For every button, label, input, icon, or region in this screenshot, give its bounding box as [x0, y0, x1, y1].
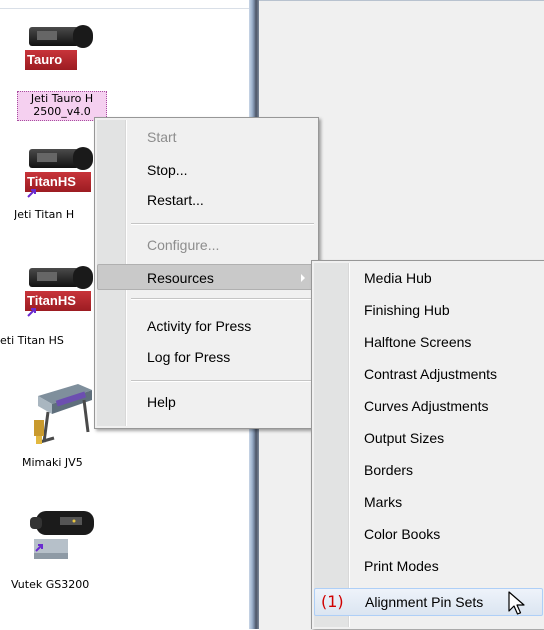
submenu-arrow-icon — [301, 274, 305, 282]
pane-top-border — [0, 8, 252, 9]
menu-item-configure: Configure... — [97, 232, 316, 258]
menu-item-label: Color Books — [364, 526, 441, 542]
menu-item-label: Stop... — [147, 162, 188, 178]
device-label[interactable]: Vutek GS3200 — [11, 578, 111, 591]
menu-item-start: Start — [97, 124, 316, 150]
device-label[interactable]: Jeti Titan H — [14, 208, 94, 221]
menu-item-label: Print Modes — [364, 558, 439, 574]
submenu-item-color-books[interactable]: Color Books — [314, 521, 543, 547]
menu-item-restart[interactable]: Restart... — [97, 187, 316, 213]
menu-item-label: Restart... — [147, 192, 204, 208]
step-marker: (1) — [321, 592, 344, 611]
menu-separator — [131, 298, 314, 300]
shortcut-arrow-icon — [27, 308, 36, 317]
menu-item-log-for-press[interactable]: Log for Press — [97, 344, 316, 370]
device-label[interactable]: eti Titan HS — [0, 334, 94, 347]
device-label[interactable]: Mimaki JV5 — [22, 456, 102, 469]
submenu-item-print-modes[interactable]: Print Modes — [314, 553, 543, 579]
menu-item-label: Borders — [364, 462, 414, 478]
menu-item-stop[interactable]: Stop... — [97, 157, 316, 183]
menu-item-label: Log for Press — [147, 349, 231, 365]
menu-item-label: Finishing Hub — [364, 302, 450, 318]
menu-separator — [131, 380, 314, 382]
submenu-item-output-sizes[interactable]: Output Sizes — [314, 425, 543, 451]
menu-item-label: Alignment Pin Sets — [365, 594, 484, 610]
printer-body-icon — [25, 146, 93, 171]
device-context-menu: Start Stop... Restart... Configure... Re… — [94, 117, 319, 429]
submenu-item-media-hub[interactable]: Media Hub — [314, 265, 543, 291]
shortcut-arrow-icon — [27, 189, 36, 198]
menu-item-label: Halftone Screens — [364, 334, 472, 350]
mouse-cursor-icon — [508, 591, 525, 615]
menu-separator — [131, 223, 314, 225]
printer-body-icon — [25, 24, 93, 49]
submenu-item-halftone-screens[interactable]: Halftone Screens — [314, 329, 543, 355]
menu-item-help[interactable]: Help — [97, 389, 316, 415]
submenu-item-contrast-adjustments[interactable]: Contrast Adjustments — [314, 361, 543, 387]
menu-item-activity-for-press[interactable]: Activity for Press — [97, 313, 316, 339]
menu-item-label: Curves Adjustments — [364, 398, 489, 414]
vutek-printer-icon[interactable] — [30, 505, 100, 563]
brand-badge: Tauro — [25, 50, 77, 70]
device-label-line2: 2500_v4.0 — [33, 105, 91, 118]
menu-item-label: Start — [147, 129, 177, 145]
device-label-line1: Jeti Tauro H — [30, 92, 94, 105]
menu-item-label: Marks — [364, 494, 403, 510]
wide-format-printer-icon[interactable] — [34, 382, 98, 448]
submenu-item-finishing-hub[interactable]: Finishing Hub — [314, 297, 543, 323]
submenu-item-borders[interactable]: Borders — [314, 457, 543, 483]
menu-item-label: Output Sizes — [364, 430, 445, 446]
menu-item-label: Help — [147, 394, 176, 410]
resources-submenu: Media Hub Finishing Hub Halftone Screens… — [311, 260, 544, 629]
menu-item-label: Activity for Press — [147, 318, 252, 334]
menu-item-label: Media Hub — [364, 270, 432, 286]
menu-item-label: Contrast Adjustments — [364, 366, 498, 382]
menu-item-label: Resources — [147, 270, 214, 286]
menu-item-resources[interactable]: Resources — [97, 264, 316, 290]
menu-item-label: Configure... — [147, 237, 220, 253]
submenu-item-marks[interactable]: Marks — [314, 489, 543, 515]
printer-body-icon — [25, 265, 93, 290]
submenu-item-curves-adjustments[interactable]: Curves Adjustments — [314, 393, 543, 419]
